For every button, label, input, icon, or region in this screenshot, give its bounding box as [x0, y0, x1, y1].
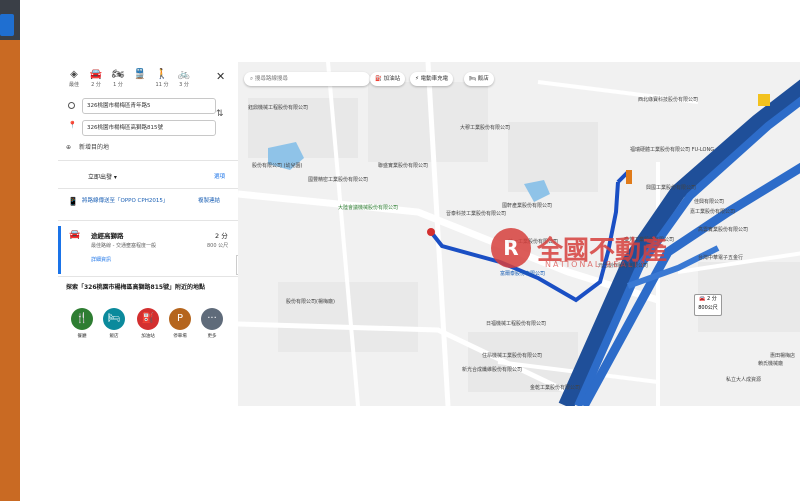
- mode-motorcycle[interactable]: 🏍 1 分: [108, 68, 128, 94]
- category-gas-stations[interactable]: ⛽ 加油站: [136, 308, 160, 339]
- map-label: 股份有限公司 (幼兒園): [252, 163, 303, 169]
- bed-icon: 🛏: [103, 308, 125, 330]
- destination-pin-icon: 📍: [68, 121, 77, 129]
- send-to-device-label: 將路線傳送至「OPPO CPH2015」: [82, 198, 169, 204]
- left-taskbar: [0, 0, 20, 501]
- parking-icon: P: [169, 308, 191, 330]
- embedded-map-screenshot: ◈ 最佳 🚘 2 分 🏍 1 分 🚆 🚶 11 分 🚲 3 分 ✕ 326桃園市楊梅區青年…: [58, 62, 800, 406]
- mode-walk[interactable]: 🚶 11 分: [152, 68, 172, 94]
- copy-link-button[interactable]: 複製連結: [198, 196, 238, 204]
- route-distance: 800 公尺: [207, 243, 229, 249]
- map-label: 私立大人成資源: [726, 377, 762, 383]
- route-name: 途經高獅路: [91, 232, 124, 240]
- mode-car[interactable]: 🚘 2 分: [86, 68, 106, 94]
- divider: [58, 188, 238, 189]
- map-label: 日福機械工程股份有限公司: [486, 321, 547, 327]
- map-label: 賴氏機械廠: [758, 361, 784, 367]
- divider: [58, 220, 238, 221]
- mode-best[interactable]: ◈ 最佳: [64, 68, 84, 94]
- more-icon: ···: [201, 308, 223, 330]
- document-canvas: ◈ 最佳 🚘 2 分 🏍 1 分 🚆 🚶 11 分 🚲 3 分 ✕ 326桃園市楊梅區青年…: [20, 0, 800, 501]
- add-stop-label: 新增目的地: [79, 144, 110, 151]
- route-option[interactable]: 🚘 途經高獅路 2 分 最佳路線 - 交通壅塞程度一般 800 公尺 詳細資訊: [58, 226, 241, 274]
- close-icon[interactable]: ✕: [216, 70, 225, 83]
- phone-icon: 📱: [68, 197, 78, 206]
- nearby-title: 探索「326桃園市楊梅區高獅路815號」附近的地點: [66, 284, 206, 291]
- gas-pump-icon: ⛽: [137, 308, 159, 330]
- category-more[interactable]: ··· 更多: [200, 308, 224, 339]
- map-label: 佳興有限公司: [694, 199, 725, 205]
- chip-hotel[interactable]: 🛏 飯店: [464, 72, 494, 86]
- mode-bicycle[interactable]: 🚲 3 分: [174, 68, 194, 94]
- add-stop-button[interactable]: ⊕ 新增目的地: [66, 142, 109, 151]
- map-label: 福瑞硬體工業股份有限公司 FU-LONG: [630, 147, 715, 153]
- map-label: 國軒產業股份有限公司: [502, 203, 553, 209]
- category-parking[interactable]: P 停車場: [168, 308, 192, 339]
- diamond-directions-icon: ◈: [70, 69, 78, 80]
- map-label: 大陸會議機械股份有限公司: [338, 205, 399, 211]
- category-restaurants[interactable]: 🍴 餐廳: [70, 308, 94, 339]
- realty-logo-icon: R: [491, 228, 531, 268]
- app-icon[interactable]: [0, 14, 14, 36]
- map-search-placeholder: 搜尋路線搜尋: [254, 76, 288, 82]
- map-label: 嘉工業股份有限公司: [690, 209, 736, 215]
- motorcycle-icon: 🏍: [111, 69, 125, 80]
- map-label: 晉泰科技工業股份有限公司: [446, 211, 507, 217]
- map-label: 台灣中華電子五金行: [698, 255, 744, 261]
- origin-dot-icon: [68, 102, 75, 109]
- chip-ev-charging[interactable]: ⚡ 電動車充電: [410, 72, 454, 86]
- transit-icon: 🚆: [133, 69, 147, 80]
- divider: [58, 276, 238, 277]
- map-search-input[interactable]: ⌕ 搜尋路線搜尋: [244, 72, 370, 86]
- travel-modes: ◈ 最佳 🚘 2 分 🏍 1 分 🚆 🚶 11 分 🚲 3 分: [58, 68, 238, 94]
- route-time: 2 分: [215, 232, 228, 240]
- map-label: 西北綠寶科技股份有限公司: [638, 97, 699, 103]
- map-label: 住昂機械工業股份有限公司: [482, 353, 543, 359]
- route-time-distance: 800公尺: [698, 305, 718, 311]
- map-label: 股份有限公司(楊梅廠): [286, 299, 335, 305]
- map-label: 大穆工業股份有限公司: [460, 125, 511, 131]
- map-label: 鈺鼎機械工程股份有限公司: [248, 105, 309, 111]
- map-label: 國豐精密工業股份有限公司: [308, 177, 369, 183]
- directions-panel: ◈ 最佳 🚘 2 分 🏍 1 分 🚆 🚶 11 分 🚲 3 分 ✕ 326桃園市楊梅區青年…: [58, 62, 241, 406]
- route-subtitle: 最佳路線 - 交通壅塞程度一般: [91, 243, 156, 249]
- map-label: 富爾泰股份有限公司: [500, 271, 546, 277]
- options-link[interactable]: 選項: [214, 172, 225, 180]
- car-icon: 🚘 2 分: [699, 296, 717, 302]
- watermark-subtext: NATIONAL REALTY: [545, 260, 648, 269]
- origin-input[interactable]: 326桃園市楊梅區青年路5: [82, 98, 216, 114]
- divider: [58, 160, 238, 161]
- depart-now-dropdown[interactable]: 立即出發 ▾: [88, 172, 117, 181]
- fork-knife-icon: 🍴: [71, 308, 93, 330]
- car-icon: 🚘: [89, 69, 103, 80]
- map-label: 金乾工業股份有限公司: [530, 385, 581, 391]
- swap-icon[interactable]: ⇅: [216, 109, 224, 119]
- route-time-box[interactable]: 🚘 2 分 800公尺: [694, 294, 722, 316]
- walk-icon: 🚶: [155, 69, 169, 80]
- map-view[interactable]: ⌕ 搜尋路線搜尋 ⛽ 加油站 ⚡ 電動車充電 🛏 飯店 鈺鼎機械工程股份有限公司…: [238, 62, 800, 406]
- map-label: 新光合成纖維股份有限公司: [462, 367, 523, 373]
- route-details-link[interactable]: 詳細資訊: [91, 256, 111, 263]
- destination-input[interactable]: 326桃園市楊梅區高獅路815號: [82, 120, 216, 136]
- category-hotels[interactable]: 🛏 飯店: [102, 308, 126, 339]
- map-label: 聯盛實業股份有限公司: [378, 163, 429, 169]
- map-label: 興國工業股份有限公司: [646, 185, 697, 191]
- chip-gas-station[interactable]: ⛽ 加油站: [370, 72, 406, 86]
- destination-marker: [427, 228, 435, 236]
- bicycle-icon: 🚲: [177, 69, 191, 80]
- mode-transit[interactable]: 🚆: [130, 68, 150, 94]
- map-label: 高雲實業股份有限公司: [698, 227, 749, 233]
- car-icon: 🚘: [69, 230, 81, 240]
- map-label: 惠田楊梅店: [770, 353, 796, 359]
- sidebar-accent: [0, 40, 20, 501]
